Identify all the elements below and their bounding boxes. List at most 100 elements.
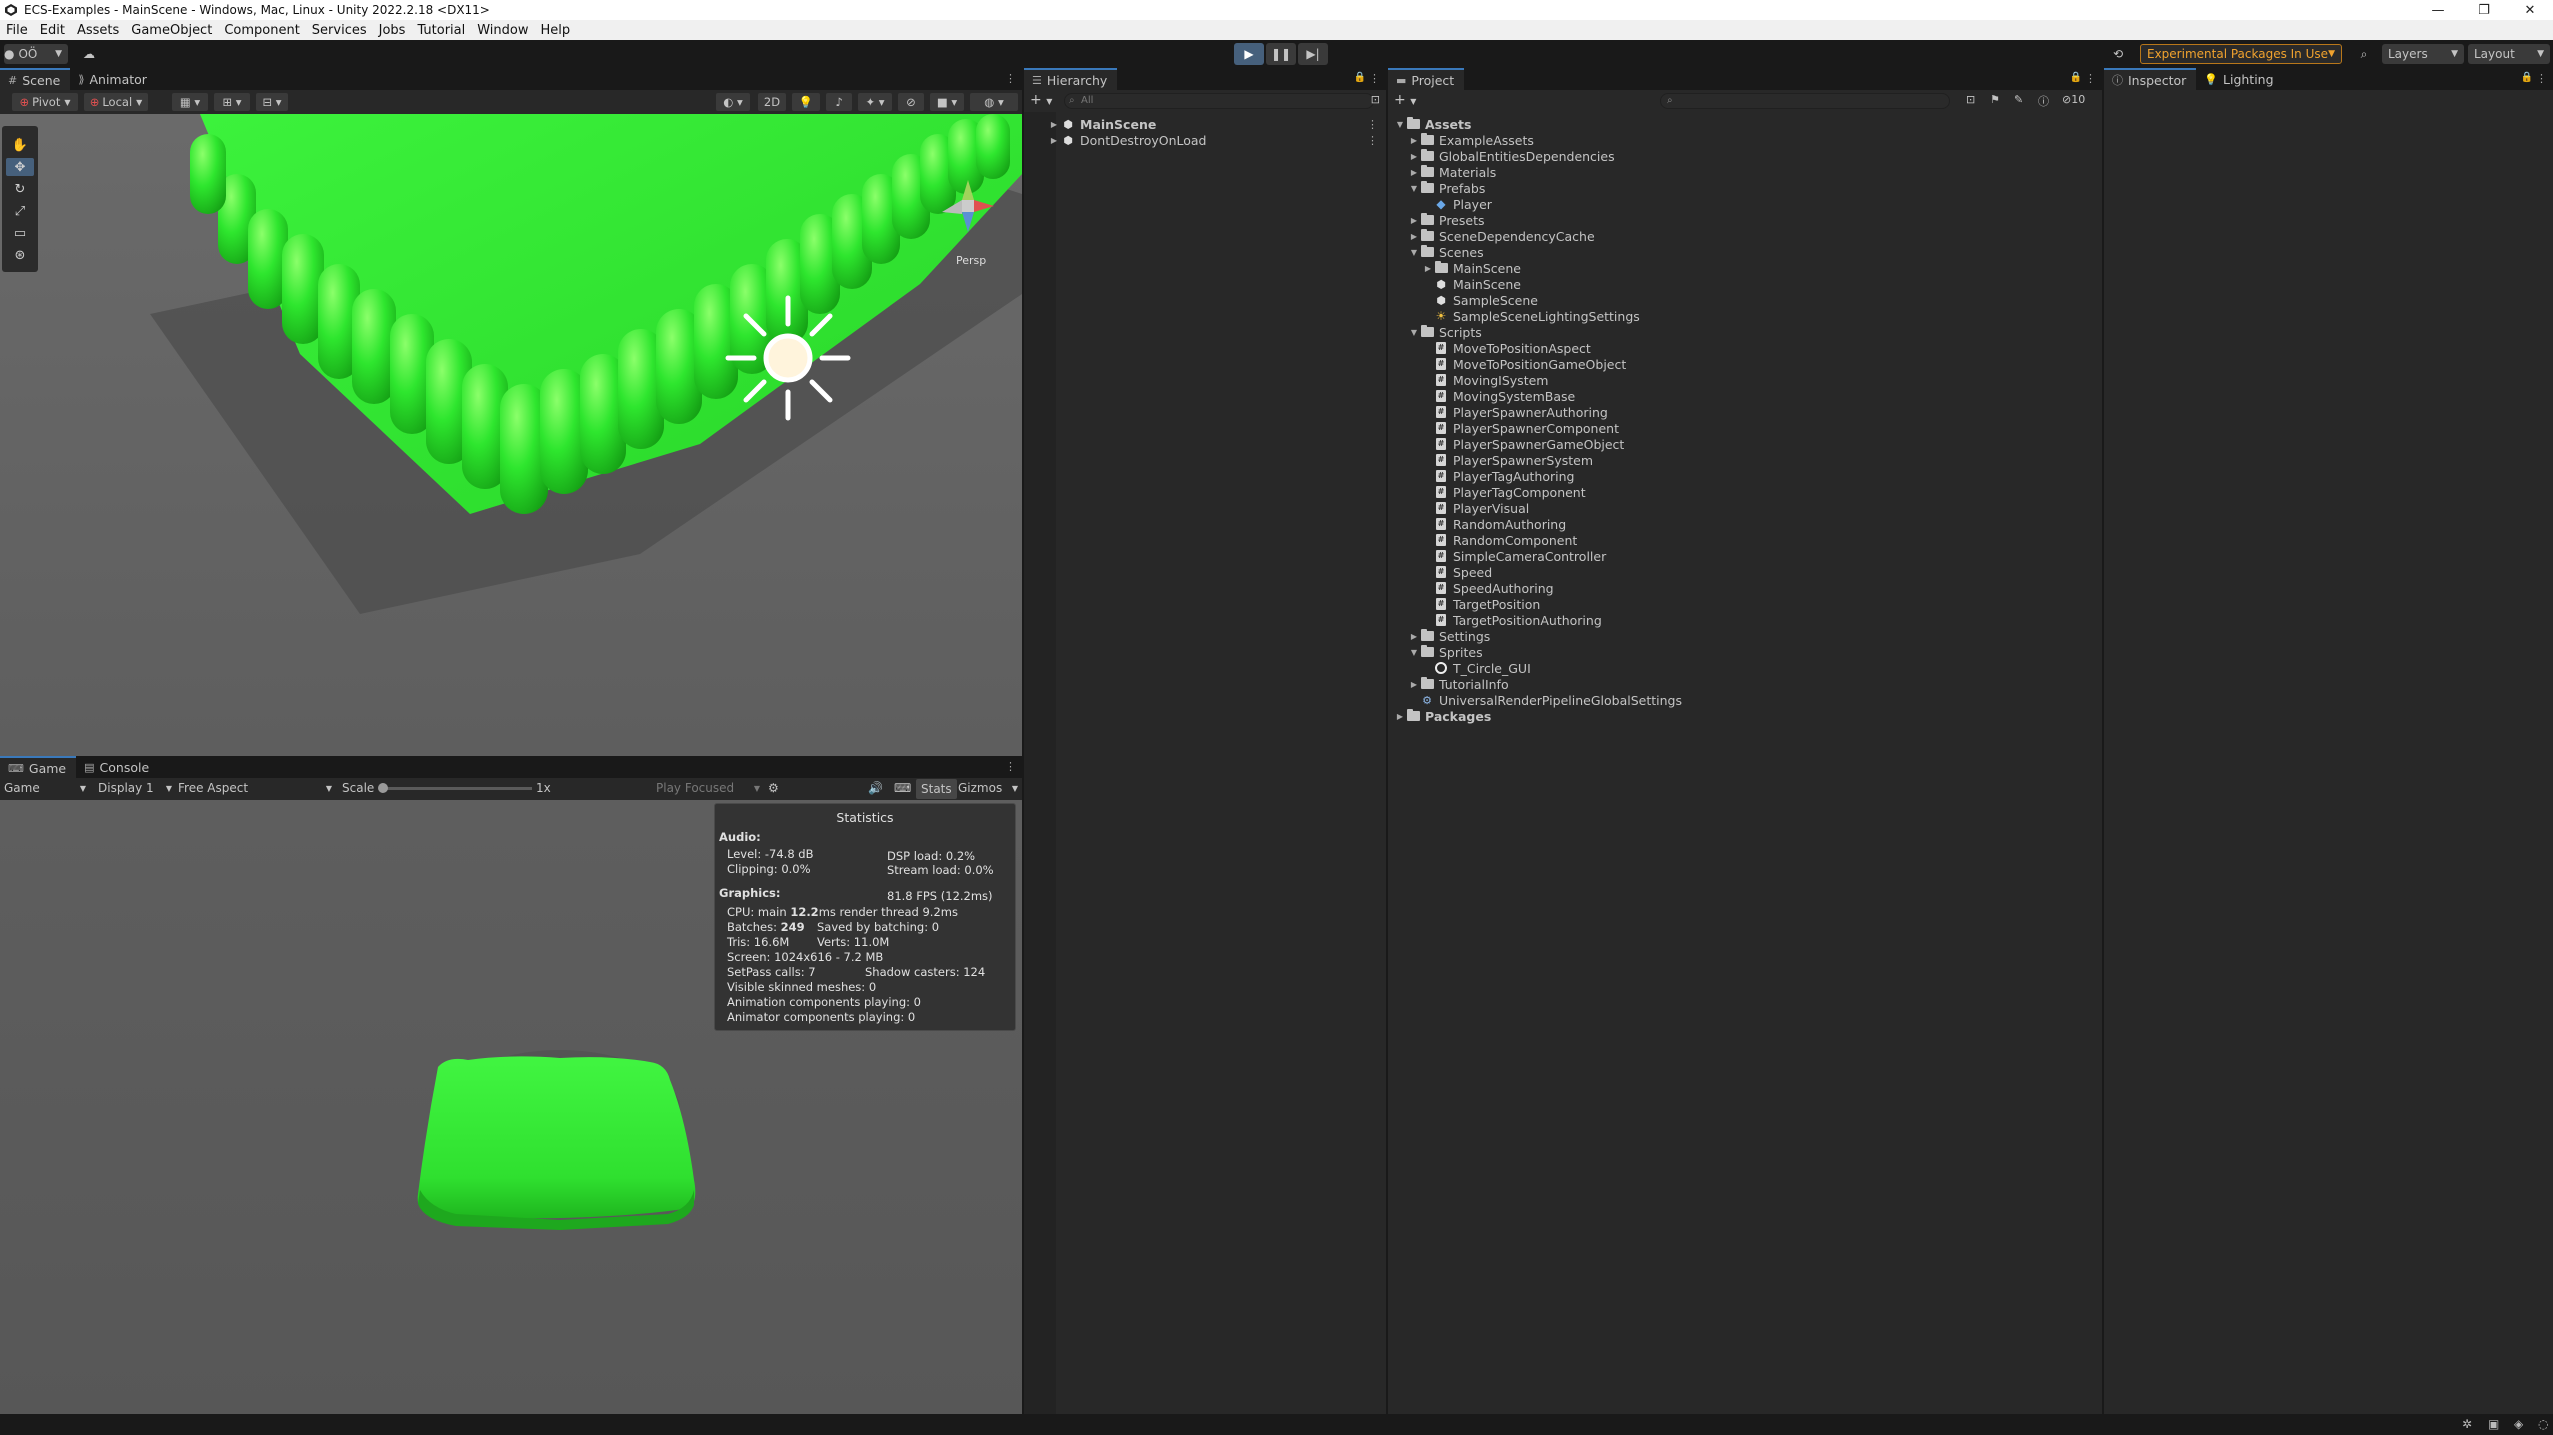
grid-snap-button[interactable]: ▦ ▾ bbox=[172, 93, 208, 111]
collapse-arrow-icon[interactable]: ▼ bbox=[1408, 184, 1420, 193]
hierarchy-search-input[interactable]: ⌕ All bbox=[1064, 93, 1374, 109]
scene-visibility-icon[interactable]: ⊡ bbox=[1371, 93, 1380, 106]
layers-dropdown[interactable]: Layers ▼ bbox=[2382, 44, 2464, 64]
expand-arrow-icon[interactable]: ▶ bbox=[1048, 136, 1060, 145]
menu-jobs[interactable]: Jobs bbox=[373, 23, 412, 38]
cache-server-icon[interactable]: ▣ bbox=[2488, 1417, 2499, 1431]
audio-toggle[interactable]: ♪ bbox=[826, 93, 852, 111]
project-item[interactable]: # SpeedAuthoring bbox=[1422, 580, 1554, 596]
add-object-icon[interactable]: + ▼ bbox=[1030, 92, 1052, 108]
play-focused-dropdown[interactable]: Play Focused ▼ bbox=[656, 781, 760, 795]
pause-button[interactable]: ❚❚ bbox=[1266, 43, 1296, 65]
project-item[interactable]: ▶ Presets bbox=[1408, 212, 1485, 228]
project-item[interactable]: # SimpleCameraController bbox=[1422, 548, 1606, 564]
notification-icon[interactable]: ◌ bbox=[2538, 1417, 2548, 1431]
project-item[interactable]: ▶ Settings bbox=[1408, 628, 1490, 644]
panel-menu-icon[interactable]: ⋮ bbox=[2085, 72, 2096, 85]
project-item[interactable]: ◆ Player bbox=[1422, 196, 1492, 212]
menu-window[interactable]: Window bbox=[471, 23, 534, 38]
stats-toggle[interactable]: Stats bbox=[916, 779, 957, 799]
project-item[interactable]: # MoveToPositionAspect bbox=[1422, 340, 1591, 356]
lock-icon[interactable]: 🔒 bbox=[2521, 72, 2533, 83]
layout-dropdown[interactable]: Layout ▼ bbox=[2468, 44, 2550, 64]
project-item[interactable]: ▼ Scenes bbox=[1408, 244, 1484, 260]
project-item[interactable]: # PlayerSpawnerGameObject bbox=[1422, 436, 1624, 452]
keyboard-shortcuts-icon[interactable]: ⌨ bbox=[894, 781, 911, 795]
lighting-toggle[interactable]: 💡 bbox=[792, 93, 820, 111]
menu-help[interactable]: Help bbox=[535, 23, 577, 38]
project-item[interactable]: # MovingISystem bbox=[1422, 372, 1548, 388]
expand-arrow-icon[interactable]: ▶ bbox=[1408, 168, 1420, 177]
project-item[interactable]: # PlayerSpawnerAuthoring bbox=[1422, 404, 1608, 420]
project-item[interactable]: ⬢ SampleScene bbox=[1422, 292, 1538, 308]
game-gizmos-dropdown[interactable]: Gizmos ▼ bbox=[958, 781, 1018, 795]
item-menu-icon[interactable]: ⋮ bbox=[1367, 134, 1378, 147]
collapse-arrow-icon[interactable]: ▼ bbox=[1408, 328, 1420, 337]
gizmos-dropdown[interactable]: ◍ ▾ bbox=[970, 93, 1018, 111]
expand-arrow-icon[interactable]: ▶ bbox=[1408, 216, 1420, 225]
project-item[interactable]: # MovingSystemBase bbox=[1422, 388, 1575, 404]
project-item[interactable]: ☀ SampleSceneLightingSettings bbox=[1422, 308, 1640, 324]
close-icon[interactable]: ✕ bbox=[2507, 0, 2553, 20]
project-item[interactable]: ▶ ExampleAssets bbox=[1408, 132, 1534, 148]
project-item[interactable]: ▼ Prefabs bbox=[1408, 180, 1485, 196]
hidden-packages-icon[interactable]: ⊘10 bbox=[2062, 93, 2085, 106]
transform-tool-icon[interactable]: ⊛ bbox=[6, 246, 34, 264]
project-item[interactable]: ▶ TutorialInfo bbox=[1408, 676, 1509, 692]
project-item[interactable]: ▶ MainScene bbox=[1422, 260, 1521, 276]
project-item[interactable]: ▶ Materials bbox=[1408, 164, 1496, 180]
restore-icon[interactable]: ❐ bbox=[2461, 0, 2507, 20]
menu-services[interactable]: Services bbox=[306, 23, 373, 38]
local-dropdown[interactable]: ⊕ Local ▼ bbox=[84, 93, 148, 111]
item-menu-icon[interactable]: ⋮ bbox=[1367, 118, 1378, 131]
draw-mode-dropdown[interactable]: ◐ ▾ bbox=[716, 93, 750, 111]
project-item[interactable]: # PlayerSpawnerComponent bbox=[1422, 420, 1619, 436]
project-item[interactable]: # TargetPositionAuthoring bbox=[1422, 612, 1602, 628]
progress-icon[interactable]: ◈ bbox=[2514, 1417, 2523, 1431]
hidden-objects-toggle[interactable]: ⊘ bbox=[898, 93, 924, 111]
project-item[interactable]: # MoveToPositionGameObject bbox=[1422, 356, 1626, 372]
tab-console[interactable]: ▤ Console bbox=[76, 756, 159, 778]
align-button[interactable]: ⊟ ▾ bbox=[256, 93, 288, 111]
tab-hierarchy[interactable]: ☰ Hierarchy bbox=[1024, 68, 1118, 90]
panel-menu-icon[interactable]: ⋮ bbox=[1005, 760, 1016, 773]
project-item[interactable]: ⬢ MainScene bbox=[1422, 276, 1521, 292]
minimize-icon[interactable]: — bbox=[2415, 0, 2461, 20]
project-item[interactable]: T_Circle_GUI bbox=[1422, 660, 1531, 676]
project-item[interactable]: ▼ Scripts bbox=[1408, 324, 1482, 340]
play-button[interactable]: ▶ bbox=[1234, 43, 1264, 65]
search-button[interactable]: ⌕ bbox=[2352, 44, 2376, 64]
tab-inspector[interactable]: ⓘ Inspector bbox=[2104, 68, 2197, 90]
menu-gameobject[interactable]: GameObject bbox=[125, 23, 218, 38]
project-item[interactable]: # TargetPosition bbox=[1422, 596, 1540, 612]
favorite-icon[interactable]: ✎ bbox=[2014, 93, 2023, 106]
hierarchy-item[interactable]: ▶ ⬢ DontDestroyOnLoad ⋮ bbox=[1024, 132, 1386, 148]
expand-arrow-icon[interactable]: ▶ bbox=[1394, 712, 1406, 721]
project-item[interactable]: ⚙ UniversalRenderPipelineGlobalSettings bbox=[1408, 692, 1682, 708]
expand-arrow-icon[interactable]: ▶ bbox=[1408, 152, 1420, 161]
search-by-label-icon[interactable]: ⚑ bbox=[1990, 93, 2000, 106]
rect-tool-icon[interactable]: ▭ bbox=[6, 224, 34, 242]
project-item[interactable]: ▶ GlobalEntitiesDependencies bbox=[1408, 148, 1615, 164]
tab-animator[interactable]: ⟫ Animator bbox=[70, 68, 157, 90]
menu-assets[interactable]: Assets bbox=[71, 23, 125, 38]
2d-toggle[interactable]: 2D bbox=[758, 93, 786, 111]
move-tool-icon[interactable]: ✥ bbox=[6, 158, 34, 176]
frame-debugger-icon[interactable]: ⚙ bbox=[768, 781, 779, 795]
experimental-packages-dropdown[interactable]: Experimental Packages In Use ▼ bbox=[2140, 44, 2342, 64]
snap-increment-button[interactable]: ⊞ ▾ bbox=[214, 93, 250, 111]
project-item[interactable]: ▼ Assets bbox=[1394, 116, 1472, 132]
scene-viewport[interactable]: Persp bbox=[0, 114, 1022, 756]
persp-label[interactable]: Persp bbox=[956, 254, 986, 267]
game-mode-dropdown[interactable]: Game ▼ bbox=[4, 781, 86, 795]
expand-arrow-icon[interactable]: ▶ bbox=[1408, 632, 1420, 641]
create-asset-icon[interactable]: + ▼ bbox=[1394, 92, 1416, 108]
expand-arrow-icon[interactable]: ▶ bbox=[1408, 232, 1420, 241]
project-item[interactable]: # PlayerTagComponent bbox=[1422, 484, 1586, 500]
expand-arrow-icon[interactable]: ▶ bbox=[1422, 264, 1434, 273]
panel-menu-icon[interactable]: ⋮ bbox=[2536, 72, 2547, 85]
menu-component[interactable]: Component bbox=[218, 23, 305, 38]
mute-audio-icon[interactable]: 🔊 bbox=[868, 781, 883, 795]
menu-tutorial[interactable]: Tutorial bbox=[411, 23, 471, 38]
tab-scene[interactable]: # Scene bbox=[0, 68, 71, 90]
